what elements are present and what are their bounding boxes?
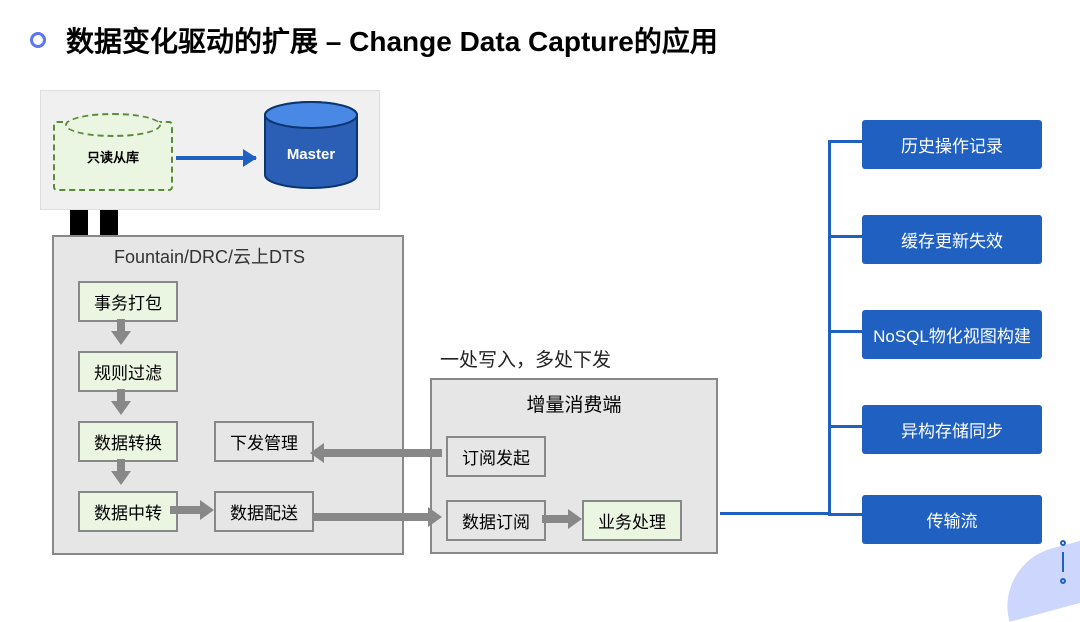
connector-line: [828, 513, 864, 516]
main-processing-panel: Fountain/DRC/云上DTS 事务打包 规则过滤 数据转换 数据中转 下…: [52, 235, 404, 555]
corner-decoration-icon: [994, 538, 1080, 622]
target-nosql: NoSQL物化视图构建: [862, 310, 1042, 359]
step-filter: 规则过滤: [78, 351, 178, 392]
arrow-icon: [176, 156, 256, 160]
consumer-panel-title: 增量消费端: [432, 390, 716, 417]
master-db-icon: Master: [261, 101, 361, 191]
step-deliver: 数据配送: [214, 491, 314, 532]
connector-line: [720, 512, 830, 515]
slide-title: 数据变化驱动的扩展 – Change Data Capture的应用: [66, 20, 718, 60]
master-db-label: Master: [261, 146, 361, 163]
consumer-panel: 增量消费端 订阅发起 数据订阅 业务处理: [430, 378, 718, 554]
connector-line: [828, 140, 864, 143]
diagram-canvas: 只读从库 Master Fountain/DRC/云上DTS 事务打包 规则过滤…: [0, 70, 1080, 590]
connector-line: [828, 330, 864, 333]
arrow-right-icon: [170, 505, 214, 515]
target-cache: 缓存更新失效: [862, 215, 1042, 264]
step-relay: 数据中转: [78, 491, 178, 532]
circle-bullet-icon: [30, 32, 46, 48]
step-delivery-mgmt: 下发管理: [214, 421, 314, 462]
main-panel-title: Fountain/DRC/云上DTS: [114, 243, 305, 269]
target-stream: 传输流: [862, 495, 1042, 544]
arrow-down-icon: [114, 389, 128, 415]
footer-dots-icon: [1060, 540, 1066, 584]
connector-line: [828, 235, 864, 238]
arrow-down-icon: [114, 319, 128, 345]
arrow-down-icon: [114, 459, 128, 485]
arrow-right-icon: [314, 512, 442, 522]
box-subscribe-init: 订阅发起: [446, 436, 546, 477]
replica-db-label: 只读从库: [87, 147, 139, 166]
box-biz-process: 业务处理: [582, 500, 682, 541]
step-pack: 事务打包: [78, 281, 178, 322]
arrow-left-icon: [310, 448, 442, 458]
arrow-right-icon: [542, 514, 582, 524]
database-panel: 只读从库 Master: [40, 90, 380, 210]
step-transform: 数据转换: [78, 421, 178, 462]
connector-line: [828, 425, 864, 428]
box-data-subscribe: 数据订阅: [446, 500, 546, 541]
title-row: 数据变化驱动的扩展 – Change Data Capture的应用: [0, 0, 1080, 60]
replica-db-icon: 只读从库: [53, 121, 173, 191]
connector-line: [828, 140, 831, 513]
note-text: 一处写入，多处下发: [440, 345, 611, 372]
target-hetero: 异构存储同步: [862, 405, 1042, 454]
target-history: 历史操作记录: [862, 120, 1042, 169]
